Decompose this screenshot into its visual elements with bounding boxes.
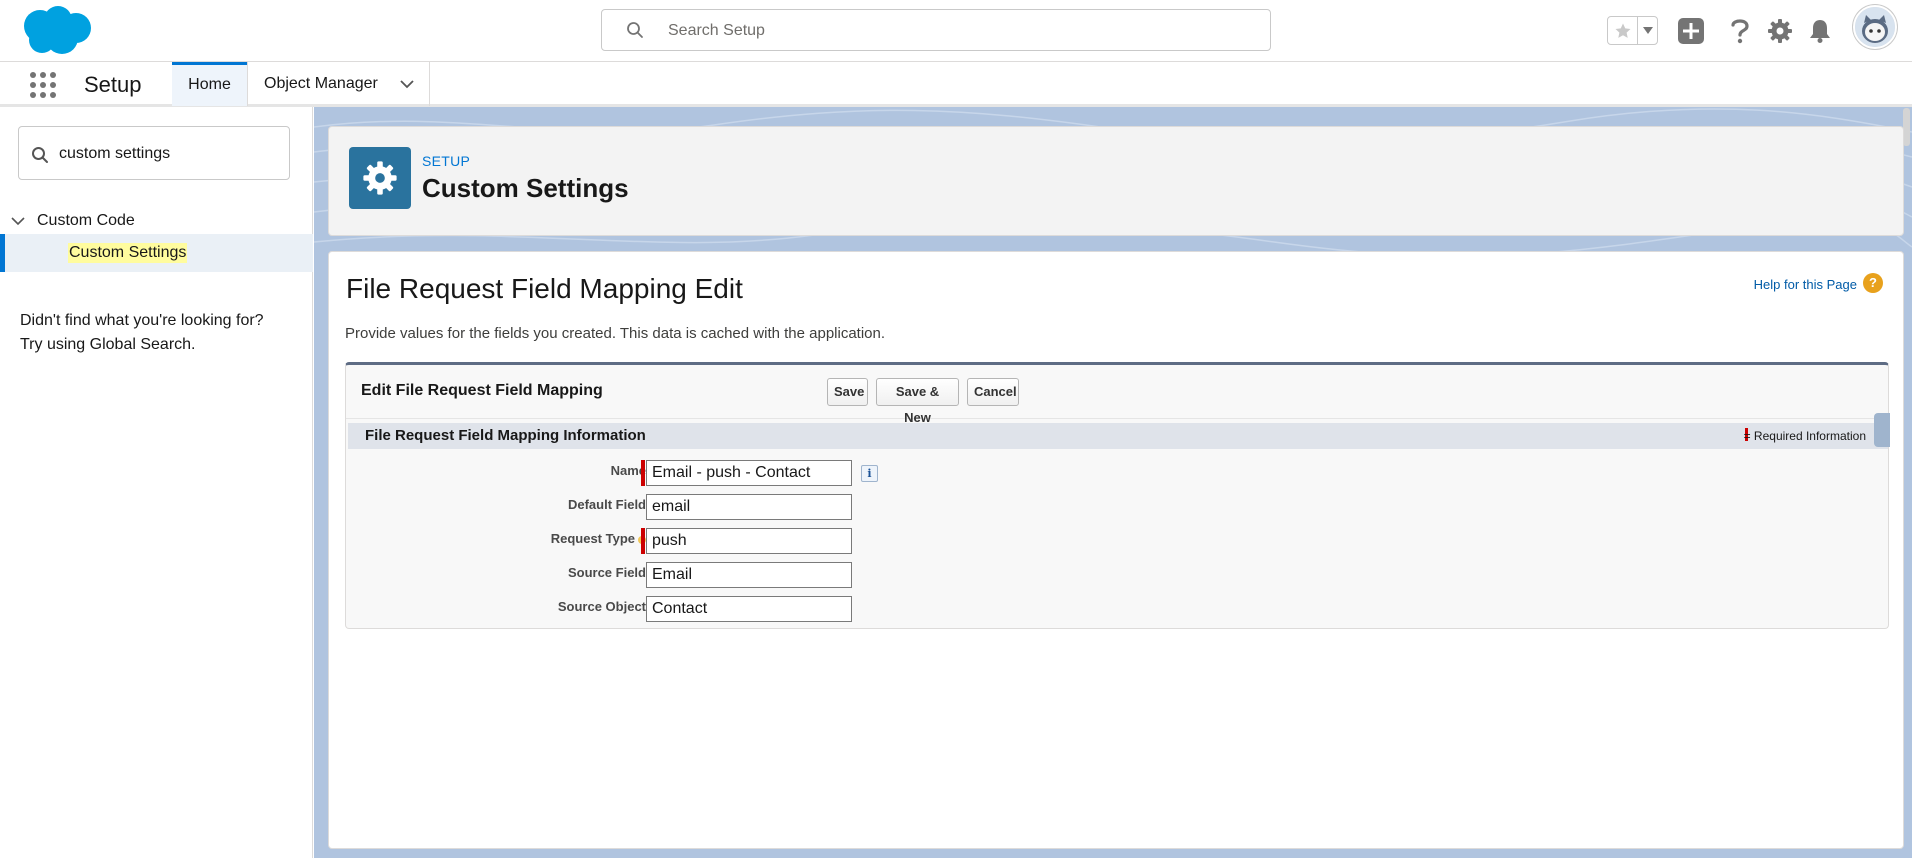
favorites-dropdown-button[interactable]	[1638, 17, 1658, 44]
field-label-text: Default Field	[567, 497, 646, 512]
bell-icon	[1810, 20, 1830, 43]
field-label-source-field: Source Field	[346, 565, 646, 581]
tree-item-label: Custom Code	[37, 212, 135, 229]
cancel-button[interactable]: Cancel	[967, 378, 1019, 406]
request-type-input[interactable]	[646, 528, 852, 554]
section-title: File Request Field Mapping Information	[365, 427, 646, 444]
app-name: Setup	[84, 72, 142, 97]
page-description: Provide values for the fields you create…	[345, 325, 886, 342]
global-search-input[interactable]: Search Setup	[601, 9, 1271, 51]
chevron-down-icon[interactable]	[399, 76, 415, 92]
page-eyebrow: SETUP	[422, 153, 471, 169]
required-indicator	[641, 528, 645, 554]
gear-icon	[363, 161, 397, 195]
sidebar-help-text: Didn't find what you're looking for? Try…	[20, 309, 300, 357]
salesforce-cloud-logo[interactable]	[18, 4, 94, 56]
tab-object-manager[interactable]: Object Manager	[247, 62, 430, 106]
setup-page-icon	[349, 147, 411, 209]
search-icon	[627, 22, 643, 38]
content-card: File Request Field Mapping Edit Help for…	[328, 251, 1904, 849]
field-label-source-object: Source Object	[346, 599, 646, 615]
question-icon	[1731, 19, 1749, 44]
favorites-star-button[interactable]	[1608, 17, 1638, 44]
star-icon	[1615, 23, 1630, 38]
field-label-name: Name	[346, 463, 646, 479]
search-icon	[32, 147, 48, 163]
astro-avatar-icon	[1855, 7, 1895, 47]
field-label-request-type: Request Type	[346, 531, 646, 547]
quick-find-input[interactable]: custom settings	[18, 126, 290, 180]
chevron-down-icon[interactable]	[11, 214, 25, 228]
search-placeholder: Search Setup	[668, 22, 765, 39]
page-header: SETUP Custom Settings	[328, 126, 1904, 236]
edit-page-title: File Request Field Mapping Edit	[346, 273, 743, 304]
side-panel-toggle[interactable]	[1874, 413, 1890, 447]
page-scrollbar[interactable]	[1903, 108, 1910, 146]
add-icon	[1678, 18, 1704, 44]
tree-item-custom-code[interactable]: Custom Code	[0, 205, 313, 237]
required-legend: = Required Information	[1743, 429, 1866, 443]
edit-block-header: Edit File Request Field Mapping Save Sav…	[346, 365, 1888, 425]
avatar[interactable]	[1853, 5, 1897, 49]
required-indicator	[641, 460, 645, 486]
help-line-1: Didn't find what you're looking for?	[20, 312, 264, 329]
quick-find-value: custom settings	[59, 145, 171, 162]
help-line-2: Try using Global Search.	[20, 336, 196, 353]
field-label-text: Request Type	[550, 531, 635, 546]
tab-home[interactable]: Home	[172, 62, 247, 106]
notifications-button[interactable]	[1805, 16, 1835, 46]
page-title: Custom Settings	[422, 173, 629, 203]
app-launcher-icon[interactable]	[29, 71, 57, 99]
source-object-input[interactable]	[646, 596, 852, 622]
tree-item-custom-settings[interactable]: Custom Settings	[0, 234, 313, 272]
help-for-page-link[interactable]: Help for this Page	[1754, 276, 1857, 294]
name-input[interactable]	[646, 460, 852, 486]
save-and-new-button[interactable]: Save & New	[876, 378, 959, 425]
gear-icon	[1768, 19, 1792, 43]
field-label-text: Source Field	[567, 565, 646, 580]
section-header: File Request Field Mapping Information =…	[348, 423, 1888, 449]
field-label-default-field: Default Field	[346, 497, 646, 513]
caret-down-icon	[1643, 26, 1653, 34]
tab-object-manager-label: Object Manager	[264, 75, 378, 92]
save-button[interactable]: Save	[827, 378, 868, 406]
setup-gear-button[interactable]	[1765, 16, 1795, 46]
edit-block: Edit File Request Field Mapping Save Sav…	[345, 362, 1890, 629]
setup-sidebar: custom settings Custom Code Custom Setti…	[0, 107, 313, 858]
tree-item-label: Custom Settings	[68, 243, 188, 263]
context-navigation-bar: Setup Home Object Manager	[0, 61, 1912, 107]
default-field-input[interactable]	[646, 494, 852, 520]
help-button[interactable]	[1725, 16, 1755, 46]
field-label-text: Source Object	[557, 599, 646, 614]
source-field-input[interactable]	[646, 562, 852, 588]
global-actions-button[interactable]	[1676, 16, 1706, 46]
edit-block-title: Edit File Request Field Mapping	[361, 382, 603, 399]
info-icon[interactable]: i	[861, 465, 878, 482]
help-question-icon[interactable]: ?	[1863, 273, 1883, 293]
global-header: Search Setup	[0, 0, 1912, 61]
favorites-group	[1607, 16, 1658, 45]
